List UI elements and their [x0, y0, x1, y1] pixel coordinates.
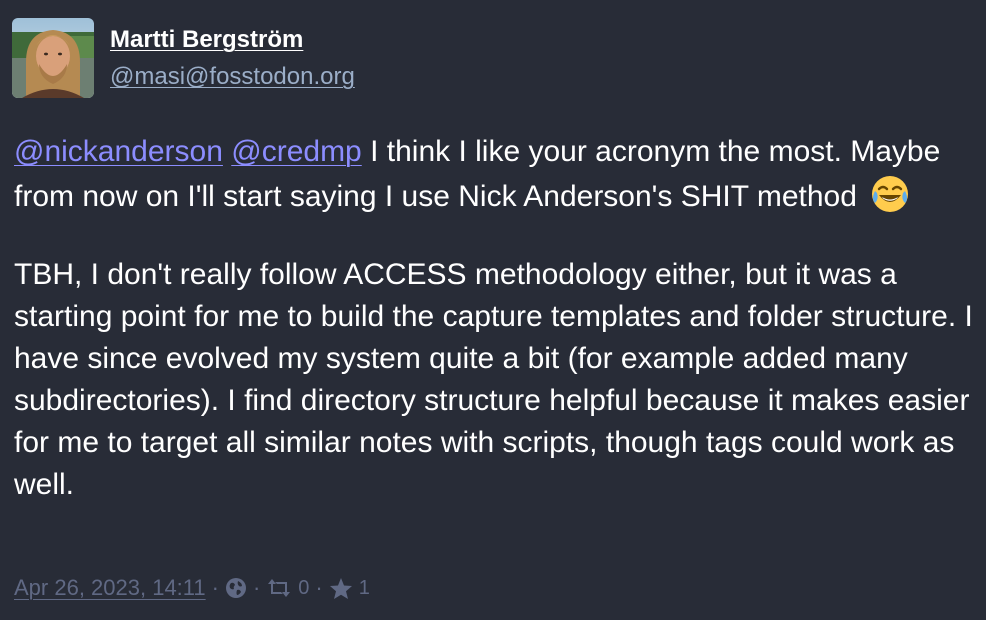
status-header: Martti Bergström @masi@fosstodon.org: [12, 18, 355, 98]
retweet-icon: [268, 579, 291, 597]
separator: ·: [315, 575, 323, 600]
avatar-photo: [12, 18, 94, 98]
status-meta: Apr 26, 2023, 14:11 · · 0 · 1: [14, 572, 370, 604]
joy-emoji-icon: [872, 176, 909, 212]
globe-icon: [225, 578, 246, 598]
display-name[interactable]: Martti Bergström: [110, 26, 355, 54]
timestamp-link[interactable]: Apr 26, 2023, 14:11: [14, 575, 206, 601]
mention-nickanderson[interactable]: @nickanderson: [14, 135, 223, 168]
paragraph-1: @nickanderson @credmp I think I like you…: [14, 131, 974, 218]
separator: ·: [252, 575, 261, 600]
boost-count: 0: [298, 576, 310, 599]
favourite-stat[interactable]: 1: [329, 577, 370, 600]
visibility-public: [225, 577, 247, 599]
separator: ·: [211, 575, 219, 600]
account-handle[interactable]: @masi@fosstodon.org: [110, 62, 355, 92]
status-content: @nickanderson @credmp I think I like you…: [14, 131, 974, 506]
paragraph-2: TBH, I don't really follow ACCESS method…: [14, 258, 973, 501]
avatar[interactable]: [12, 18, 94, 98]
favourite-count: 1: [358, 576, 370, 599]
status-card: Martti Bergström @masi@fosstodon.org @ni…: [0, 0, 986, 620]
mention-credmp[interactable]: @credmp: [231, 135, 362, 168]
author-names: Martti Bergström @masi@fosstodon.org: [110, 18, 355, 92]
star-icon: [329, 577, 352, 599]
boost-stat[interactable]: 0: [266, 577, 309, 600]
